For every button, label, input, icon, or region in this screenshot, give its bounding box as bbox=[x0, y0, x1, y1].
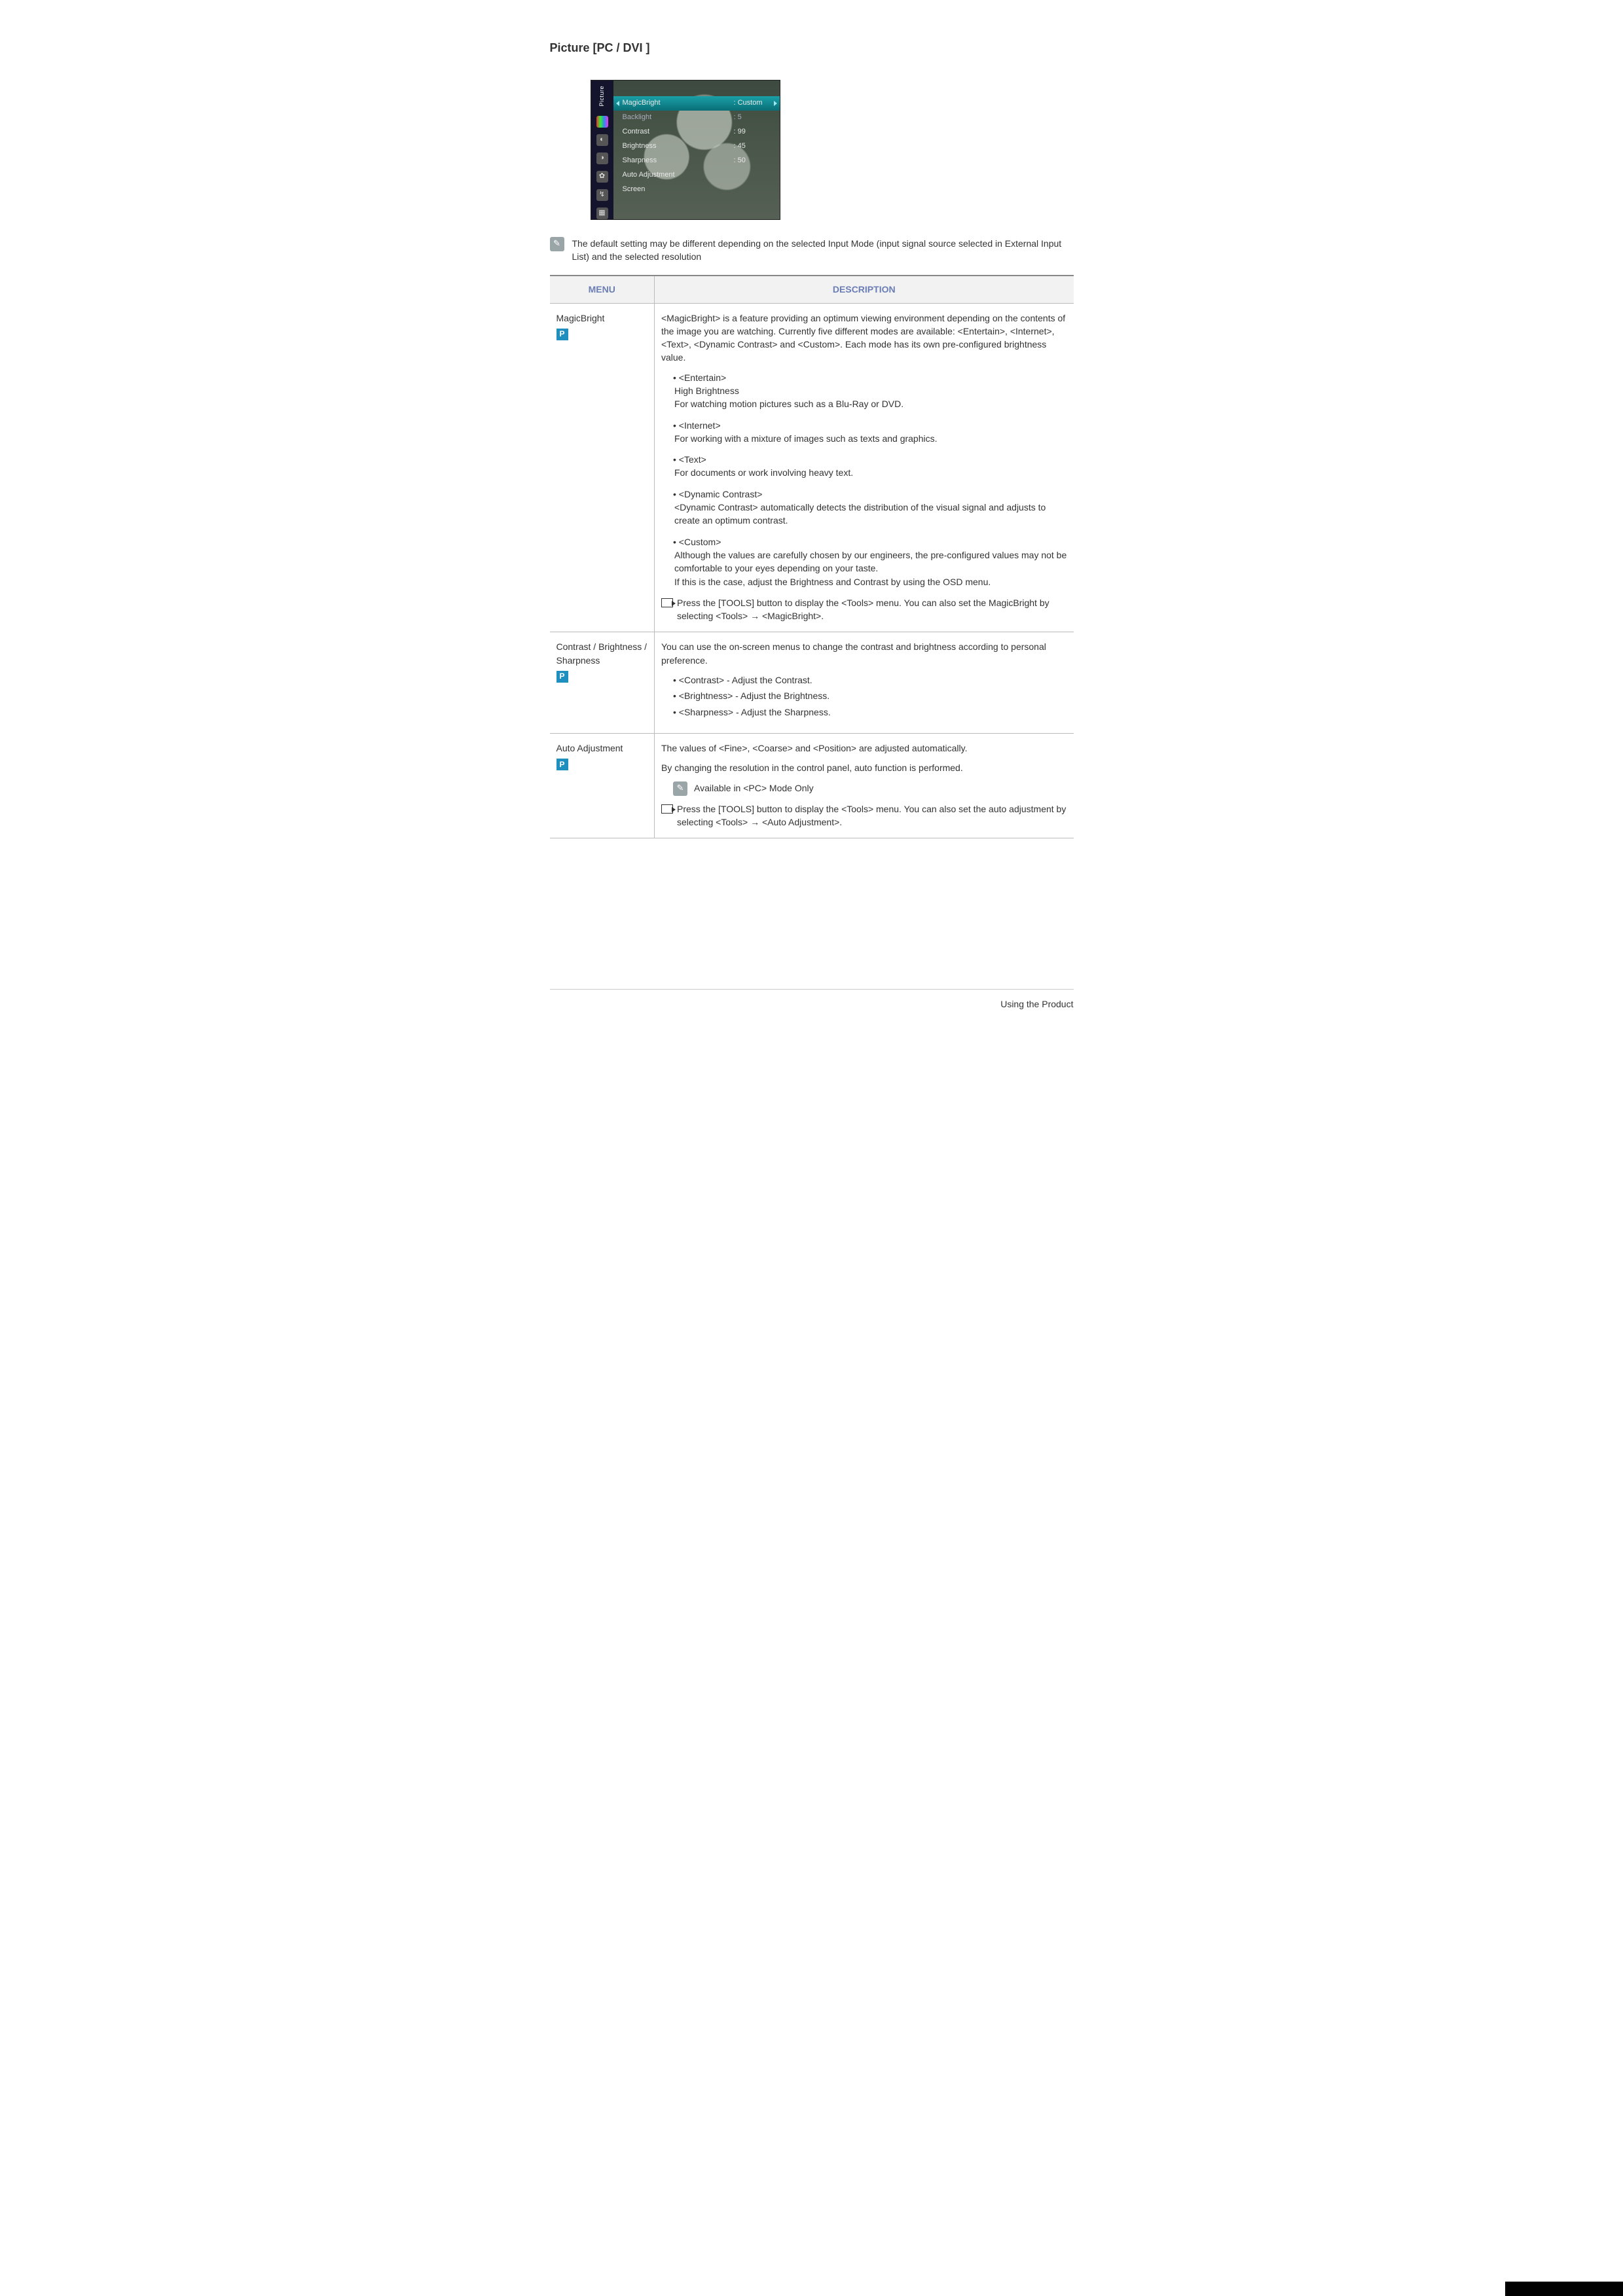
table-row: Contrast / Brightness / Sharpness P You … bbox=[550, 632, 1074, 733]
mode-text: <Dynamic Contrast> automatically detects… bbox=[674, 501, 1067, 528]
picture-icon bbox=[596, 116, 608, 128]
p-badge: P bbox=[556, 759, 568, 770]
menu-name: MagicBright bbox=[556, 312, 648, 325]
page-title: Picture [PC / DVI ] bbox=[550, 39, 1074, 56]
page-blackbar bbox=[1505, 2282, 1623, 2296]
osd-screenshot: Picture ◐ ◑ ✿ ↯ ▦ MagicBright : Custom Bac… bbox=[591, 80, 1074, 220]
osd-row-value: : 5 bbox=[734, 113, 773, 123]
mode-label: <Internet> bbox=[673, 419, 1067, 432]
mode-label: <Custom> bbox=[673, 535, 1067, 548]
app-icon: ▦ bbox=[596, 207, 608, 219]
osd-row: Contrast : 99 bbox=[613, 125, 780, 139]
list-item: <Brightness> - Adjust the Brightness. bbox=[673, 689, 1067, 702]
osd-side-label: Picture bbox=[598, 86, 606, 107]
sound-icon: ◐ bbox=[596, 134, 608, 146]
tools-icon bbox=[661, 804, 673, 814]
menu-table: MENU DESCRIPTION MagicBright P <MagicBri… bbox=[550, 275, 1074, 838]
menu-name: Contrast / Brightness / Sharpness bbox=[556, 640, 648, 667]
osd-row-label: Backlight bbox=[623, 113, 652, 123]
osd-row-label: Auto Adjustment bbox=[623, 170, 675, 181]
osd-sidebar: Picture ◐ ◑ ✿ ↯ ▦ bbox=[591, 81, 613, 219]
tools-text: Press the [TOOLS] button to display the … bbox=[677, 596, 1067, 623]
osd-row-label: Brightness bbox=[623, 141, 657, 152]
osd-row-label: Sharpness bbox=[623, 156, 657, 166]
setup-icon: ✿ bbox=[596, 171, 608, 183]
osd-row: Screen bbox=[613, 183, 780, 197]
osd-row-label: MagicBright bbox=[623, 98, 661, 109]
osd-row-value: : 50 bbox=[734, 156, 773, 166]
table-row: MagicBright P <MagicBright> is a feature… bbox=[550, 303, 1074, 632]
mode-text: For working with a mixture of images suc… bbox=[674, 432, 1067, 445]
osd-row: Backlight : 5 bbox=[613, 111, 780, 125]
osd-row-label: Contrast bbox=[623, 127, 650, 137]
desc-intro: You can use the on-screen menus to chang… bbox=[661, 640, 1067, 667]
note-icon: ✎ bbox=[673, 781, 687, 796]
th-desc: DESCRIPTION bbox=[655, 276, 1074, 303]
list-item: <Contrast> - Adjust the Contrast. bbox=[673, 673, 1067, 687]
list-item: <Sharpness> - Adjust the Sharpness. bbox=[673, 706, 1067, 719]
mode-label: <Text> bbox=[673, 453, 1067, 466]
note-text: The default setting may be different dep… bbox=[572, 237, 1074, 264]
osd-row-value: : Custom bbox=[734, 98, 773, 109]
osd-row-label: Screen bbox=[623, 185, 646, 195]
osd-row: Sharpness : 50 bbox=[613, 154, 780, 168]
osd-row-value: : 45 bbox=[734, 141, 773, 152]
tools-text: Press the [TOOLS] button to display the … bbox=[677, 802, 1067, 829]
mode-text: For documents or work involving heavy te… bbox=[674, 466, 1067, 479]
tools-icon bbox=[661, 598, 673, 607]
mode-text: High Brightness bbox=[674, 384, 1067, 397]
osd-row-value: : 99 bbox=[734, 127, 773, 137]
th-menu: MENU bbox=[550, 276, 655, 303]
mode-text: If this is the case, adjust the Brightne… bbox=[674, 575, 1067, 588]
osd-list: MagicBright : Custom Backlight : 5 Contrast:… bbox=[613, 81, 780, 219]
mode-label: <Entertain> bbox=[673, 371, 1067, 384]
osd-row: MagicBright : Custom bbox=[613, 96, 780, 111]
p-badge: P bbox=[556, 329, 568, 340]
input-icon: ↯ bbox=[596, 189, 608, 201]
menu-name: Auto Adjustment bbox=[556, 742, 648, 755]
footer-text: Using the Product bbox=[550, 990, 1074, 1011]
desc-line: The values of <Fine>, <Coarse> and <Posi… bbox=[661, 742, 1067, 755]
osd-row: Auto Adjustment bbox=[613, 168, 780, 183]
mode-label: <Dynamic Contrast> bbox=[673, 488, 1067, 501]
mode-text: Although the values are carefully chosen… bbox=[674, 548, 1067, 575]
desc-intro: <MagicBright> is a feature providing an … bbox=[661, 312, 1067, 365]
p-badge: P bbox=[556, 671, 568, 683]
osd-row: Brightness : 45 bbox=[613, 139, 780, 154]
mode-text: For watching motion pictures such as a B… bbox=[674, 397, 1067, 410]
note-text: Available in <PC> Mode Only bbox=[694, 781, 814, 795]
top-note: ✎ The default setting may be different d… bbox=[550, 237, 1074, 264]
channel-icon: ◑ bbox=[596, 152, 608, 164]
desc-line: By changing the resolution in the contro… bbox=[661, 761, 1067, 774]
table-row: Auto Adjustment P The values of <Fine>, … bbox=[550, 733, 1074, 838]
note-icon: ✎ bbox=[550, 237, 564, 251]
